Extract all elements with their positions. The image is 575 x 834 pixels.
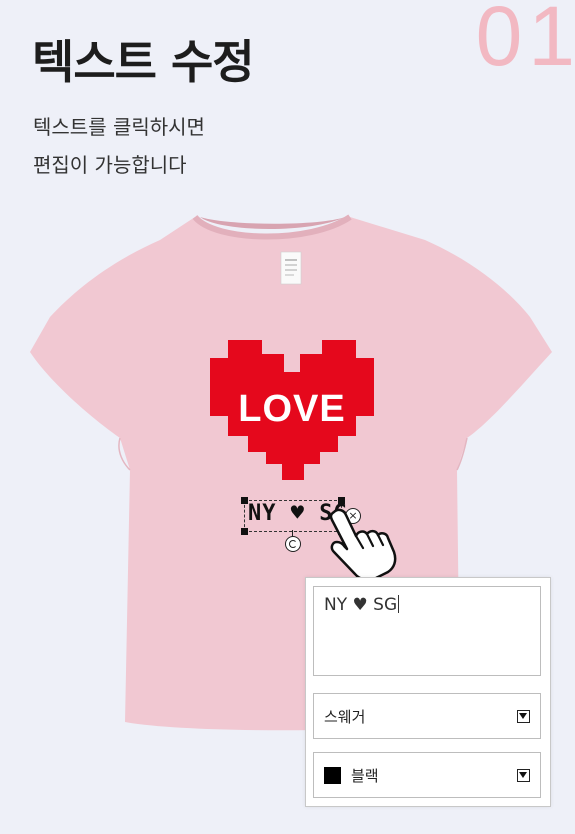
rotate-icon[interactable] — [285, 536, 301, 552]
love-text[interactable]: LOVE — [238, 388, 345, 430]
text-input-field[interactable]: NY ♥ SG — [313, 586, 541, 676]
font-select-value: 스웨거 — [324, 707, 366, 726]
description-line-2: 편집이 가능합니다 — [33, 153, 187, 177]
resize-handle[interactable] — [241, 528, 248, 535]
hand-pointer-icon — [329, 508, 397, 581]
font-select[interactable]: 스웨거 — [313, 693, 541, 739]
step-number: 01 — [475, 0, 575, 83]
text-caret — [398, 595, 400, 613]
description: 텍스트를 클릭하시면 편집이 가능합니다 — [33, 108, 205, 184]
page-title: 텍스트 수정 — [32, 35, 255, 89]
resize-handle[interactable] — [338, 497, 345, 504]
color-select-value: 블랙 — [351, 766, 379, 785]
description-line-1: 텍스트를 클릭하시면 — [33, 115, 205, 139]
text-edit-panel: NY ♥ SG 스웨거 블랙 — [305, 577, 551, 807]
love-heart-graphic[interactable]: LOVE — [208, 340, 378, 480]
color-swatch — [324, 766, 341, 784]
chevron-down-icon[interactable] — [517, 709, 530, 723]
text-input-value[interactable]: NY ♥ SG — [324, 595, 397, 615]
resize-handle[interactable] — [241, 497, 248, 504]
chevron-down-icon[interactable] — [517, 768, 530, 782]
color-select[interactable]: 블랙 — [313, 752, 541, 798]
